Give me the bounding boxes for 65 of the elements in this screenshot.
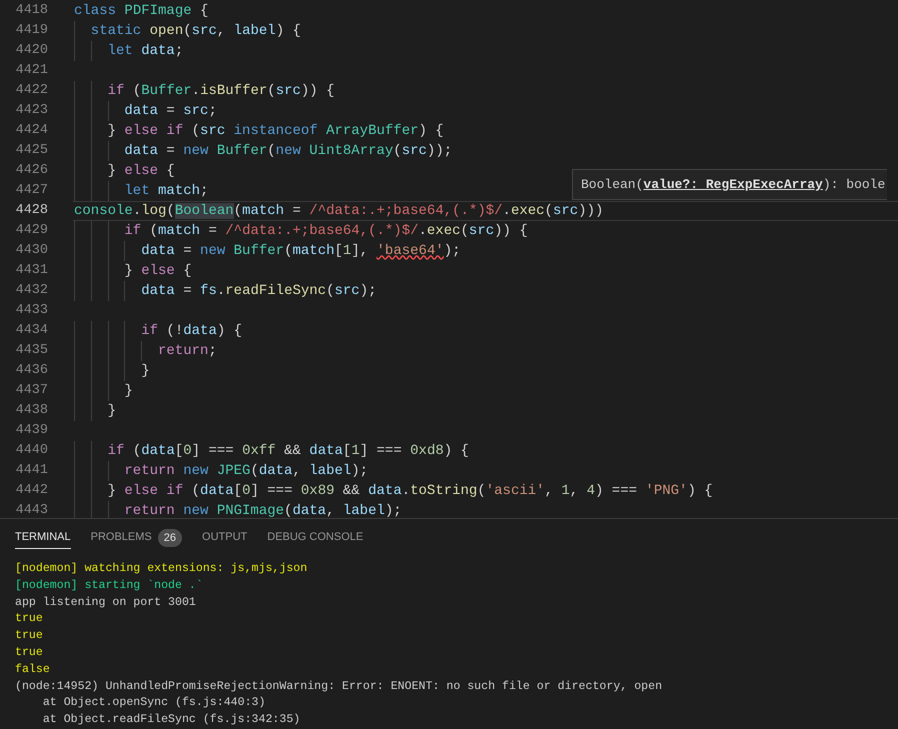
terminal-line: true — [15, 645, 44, 662]
code-line: data = new Buffer(match[1], 'base64'); — [140, 242, 461, 260]
line-number: 4436 — [14, 362, 48, 380]
line-number: 4432 — [14, 282, 48, 300]
line-number: 4420 — [14, 42, 48, 60]
code-line: let data; — [106, 42, 184, 60]
terminal-line: false — [15, 662, 51, 678]
code-line: if (data[0] === 0xff && data[1] === 0xd8) { — [106, 442, 469, 460]
terminal-line: [nodemon] watching extensions: js,mjs,json — [15, 561, 308, 578]
code-line: data = src; — [123, 102, 217, 120]
code-line: console.log(Boolean(match = /^data:.+;base64,(.*)$/.exec(src))) — [74, 202, 604, 220]
line-number: 4440 — [14, 442, 48, 460]
code-line: return new JPEG(data, label); — [123, 462, 368, 480]
line-number: 4437 — [14, 382, 48, 400]
code-line: } else { — [123, 262, 192, 280]
panel-tab[interactable]: TERMINAL — [15, 527, 71, 550]
code-line: return new PNGImage(data, label); — [123, 502, 402, 518]
code-line: data = fs.readFileSync(src); — [140, 282, 377, 300]
code-line: class PDFImage { — [74, 2, 208, 20]
line-number: 4428 — [14, 202, 48, 220]
line-number: 4425 — [14, 142, 48, 160]
line-number: 4418 — [14, 2, 48, 20]
panel-tab[interactable]: OUTPUT — [202, 527, 248, 550]
code-line: } else if (src instanceof ArrayBuffer) { — [106, 122, 444, 140]
panel-tab[interactable]: PROBLEMS — [90, 527, 152, 550]
code-line: if (!data) { — [140, 322, 242, 340]
line-number: 4427 — [14, 182, 48, 200]
line-number: 4419 — [14, 22, 48, 40]
line-number: 4435 — [14, 342, 48, 360]
code-line: } — [123, 382, 133, 400]
line-number: 4439 — [14, 422, 48, 440]
terminal-line: true — [15, 628, 44, 644]
terminal-line: true — [15, 611, 44, 628]
line-number: 4434 — [14, 322, 48, 340]
line-number: 4422 — [14, 82, 48, 100]
hover-tooltip: Boolean(value?: RegExpExecArray): boole — [572, 169, 888, 200]
code-line: if (match = /^data:.+;base64,(.*)$/.exec(src)) { — [123, 222, 528, 240]
terminal-line: app listening on port 3001 — [15, 594, 197, 611]
code-line: static open(src, label) { — [90, 22, 301, 40]
terminal-line: (node:14952) UnhandledPromiseRejectionWarning: Error: ENOENT: no such file or directory, open — [15, 678, 664, 695]
line-number: 4430 — [14, 242, 48, 260]
terminal-line: at Object.readFileSync (fs.js:342:35) — [42, 712, 302, 728]
line-number: 4429 — [14, 222, 48, 240]
code-line: let match; — [123, 182, 208, 200]
code-line: } else { — [106, 162, 175, 180]
line-number: 4426 — [14, 162, 48, 180]
code-line: } — [106, 402, 116, 420]
code-line: } else if (data[0] === 0x89 && data.toString('ascii', 1, 4) === 'PNG') { — [106, 482, 713, 500]
code-line: data = new Buffer(new Uint8Array(src)); — [123, 142, 452, 160]
line-number: 4421 — [14, 62, 48, 80]
terminal-line: [nodemon] starting `node .` — [15, 578, 204, 594]
line-number: 4438 — [14, 402, 48, 420]
line-number: 4433 — [14, 302, 48, 320]
code-line: if (Buffer.isBuffer(src)) { — [106, 82, 335, 100]
terminal-line: at Object.openSync (fs.js:440:3) — [42, 695, 266, 712]
code-line: } — [140, 362, 150, 380]
line-number: 4431 — [14, 262, 48, 280]
line-number: 4423 — [14, 102, 48, 120]
line-number: 4443 — [14, 502, 48, 518]
panel-tab[interactable]: DEBUG CONSOLE — [267, 527, 364, 550]
line-number: 4442 — [14, 482, 48, 500]
code-line: return; — [157, 342, 217, 360]
line-number: 4441 — [14, 462, 48, 480]
line-number: 4424 — [14, 122, 48, 140]
count-badge: 26 — [158, 529, 182, 548]
